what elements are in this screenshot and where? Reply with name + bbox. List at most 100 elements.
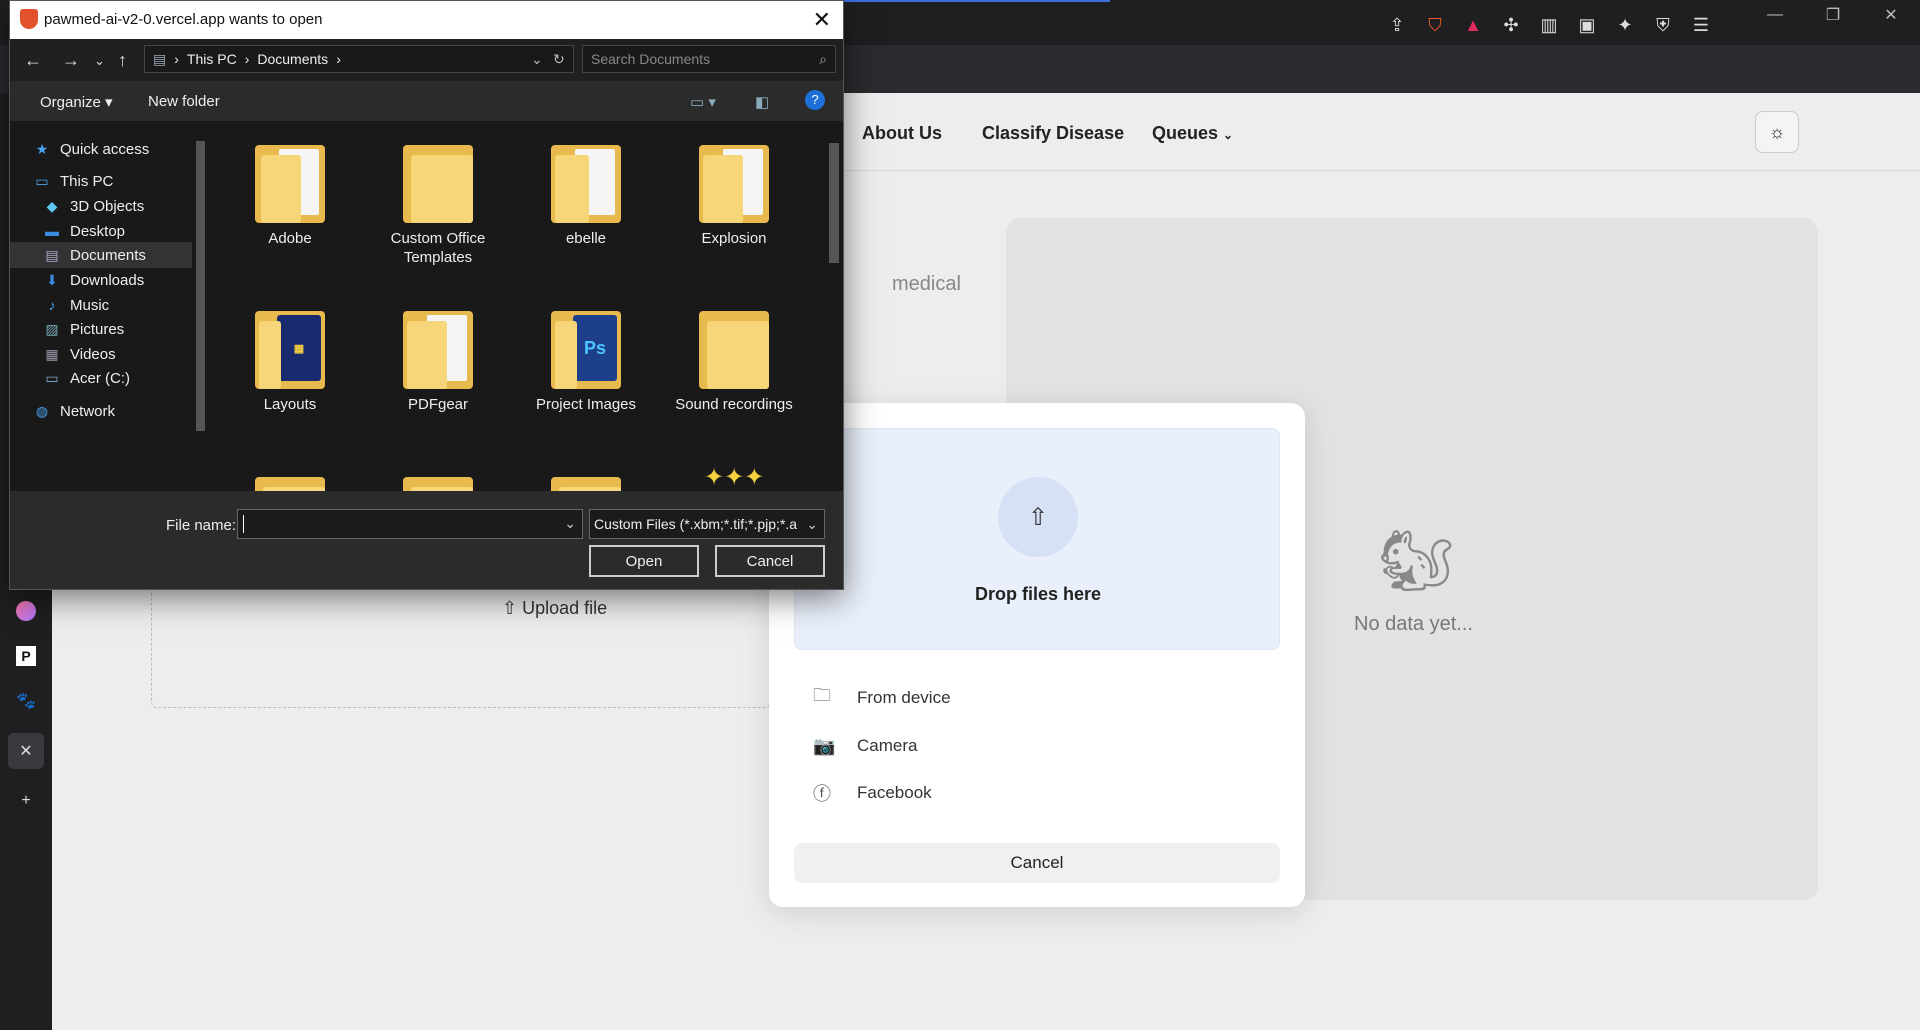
refresh-icon[interactable]: ↻ [553,51,565,68]
dialog-cancel-button[interactable]: Cancel [715,545,825,577]
navigation-pane: ★ Quick access ▭ This PC ◆ 3D Objects ▬ Desk… [10,121,210,491]
search-documents-input[interactable]: Search Documents ⌕ [582,45,836,73]
paw-icon[interactable]: 🐾 [8,683,44,719]
chevron-down-icon[interactable]: ⌄ [531,51,543,68]
close-icon[interactable]: ✕ [8,733,44,769]
back-arrow-icon[interactable]: ← [24,50,42,71]
folder-icon [403,311,473,389]
view-options-icon[interactable]: ▭ ▾ [690,93,716,111]
add-icon[interactable]: + [8,783,44,819]
nav-classify-disease[interactable]: Classify Disease [982,123,1124,144]
file-name-input[interactable]: ⌄ [237,509,583,539]
nav-documents[interactable]: ▤ Documents [10,242,192,268]
folder-partial[interactable] [368,453,508,491]
folder-icon [403,145,473,223]
modal-dropzone[interactable]: ⇧ Drop files here [794,428,1280,650]
modal-cancel-button[interactable]: Cancel [794,843,1280,883]
sidebar-icon[interactable]: ▥ [1530,10,1568,40]
extensions-icon[interactable]: ✣ [1492,10,1530,40]
wallet-icon[interactable]: ▣ [1568,10,1606,40]
podcast-icon[interactable] [8,593,44,629]
folder-partial[interactable] [220,453,360,491]
upload-file-label: Upload file [522,598,608,618]
theme-toggle-button[interactable]: ☼ [1755,111,1799,153]
folder-pdfgear[interactable]: PDFgear [368,287,508,447]
description-text: medical [892,273,961,295]
nav-videos[interactable]: ▦ Videos [40,341,210,367]
preview-pane-icon[interactable]: ◧ [755,93,769,111]
source-label: From device [857,688,951,707]
leo-icon[interactable]: ✦ [1606,10,1644,40]
source-label: Facebook [857,783,932,802]
file-type-select[interactable]: Custom Files (*.xbm;*.tif;*.pjp;*.a ⌄ [589,509,825,539]
folder-sound-recordings[interactable]: Sound recordings [664,287,804,447]
upload-arrow-icon: ⇧ [998,477,1078,557]
folder-layouts[interactable]: ▦ Layouts [220,287,360,447]
nav-scrollbar[interactable] [192,121,210,491]
organize-button[interactable]: Organize ▾ [40,93,113,111]
share-icon[interactable]: ⇪ [1378,10,1416,40]
folder-adobe[interactable]: Adobe [220,121,360,281]
source-camera[interactable]: 📷 Camera [813,731,1233,761]
nav-this-pc[interactable]: ▭ This PC [30,168,210,194]
folder-explosion[interactable]: Explosion [664,121,804,281]
chevron-down-icon: ⌄ [806,516,818,533]
rewards-icon[interactable]: ▲ [1454,10,1492,40]
help-icon[interactable]: ? [805,90,825,110]
new-folder-button[interactable]: New folder [148,93,220,110]
chevron-down-icon: ⌄ [1223,128,1234,142]
image-file-partial[interactable]: ✦✦✦ [664,453,804,491]
crumb-this-pc[interactable]: This PC [187,51,237,67]
upload-file-button[interactable]: ⇧ Upload file [502,598,607,619]
search-icon: ⌕ [819,51,827,67]
nav-quick-access[interactable]: ★ Quick access [30,136,210,162]
scroll-thumb[interactable] [829,143,839,263]
image-thumbnail: ✦✦✦ [704,464,765,491]
folder-ebelle[interactable]: ebelle [516,121,656,281]
source-facebook[interactable]: ⓕ Facebook [813,778,1233,808]
file-name: Adobe [268,230,312,247]
open-button[interactable]: Open [589,545,699,577]
nav-queues[interactable]: Queues ⌄ [1152,123,1233,144]
up-arrow-icon[interactable]: ↑ [118,50,127,71]
vpn-icon[interactable]: ⛨ [1644,10,1682,40]
dialog-close-icon[interactable]: ✕ [813,7,831,33]
perplexity-icon[interactable]: P [8,638,44,674]
chevron-down-icon[interactable]: ⌄ [564,515,576,532]
close-window-button[interactable]: ✕ [1862,0,1920,30]
upload-icon: ⇧ [502,598,518,618]
scroll-thumb[interactable] [196,141,205,431]
source-from-device[interactable]: 🗀 From device [813,683,1233,713]
nav-3d-objects[interactable]: ◆ 3D Objects [40,193,210,219]
search-placeholder: Search Documents [591,51,711,67]
videos-icon: ▦ [45,345,59,362]
crumb-documents[interactable]: Documents [257,51,328,67]
nav-item-label: Quick access [60,140,150,158]
dialog-titlebar: pawmed-ai-v2-0.vercel.app wants to open … [10,1,843,39]
folder-partial[interactable] [516,453,656,491]
folder-custom-office-templates[interactable]: Custom Office Templates [368,121,508,281]
file-name: Layouts [263,396,317,413]
nav-desktop[interactable]: ▬ Desktop [40,218,210,244]
nav-about-us[interactable]: About Us [862,123,942,144]
nav-pictures[interactable]: ▨ Pictures [40,316,210,342]
minimize-button[interactable]: — [1746,0,1804,30]
forward-arrow-icon[interactable]: → [62,50,80,71]
squirrel-icon: 🐿 [1378,527,1455,594]
folder-project-images[interactable]: Ps Project Images [516,287,656,447]
recent-dropdown-icon[interactable]: ⌄ [94,53,105,69]
nav-network[interactable]: ◍ Network [30,398,210,424]
menu-icon[interactable]: ☰ [1682,10,1720,40]
breadcrumb[interactable]: ▤ › This PC › Documents › ⌄ ↻ [144,45,574,73]
brave-shield-icon[interactable]: ⛉ [1416,10,1454,40]
file-name: Explosion [701,230,767,247]
dialog-footer: File name: ⌄ Custom Files (*.xbm;*.tif;*… [10,491,843,589]
files-scrollbar[interactable] [825,121,843,491]
music-icon: ♪ [48,297,56,313]
nav-downloads[interactable]: ⬇ Downloads [40,267,210,293]
nav-item-label: Documents [70,246,146,264]
nav-music[interactable]: ♪ Music [40,292,210,318]
nav-item-label: Pictures [70,320,125,338]
nav-acer-c[interactable]: ▭ Acer (C:) [40,365,210,391]
restore-button[interactable]: ❐ [1804,0,1862,30]
